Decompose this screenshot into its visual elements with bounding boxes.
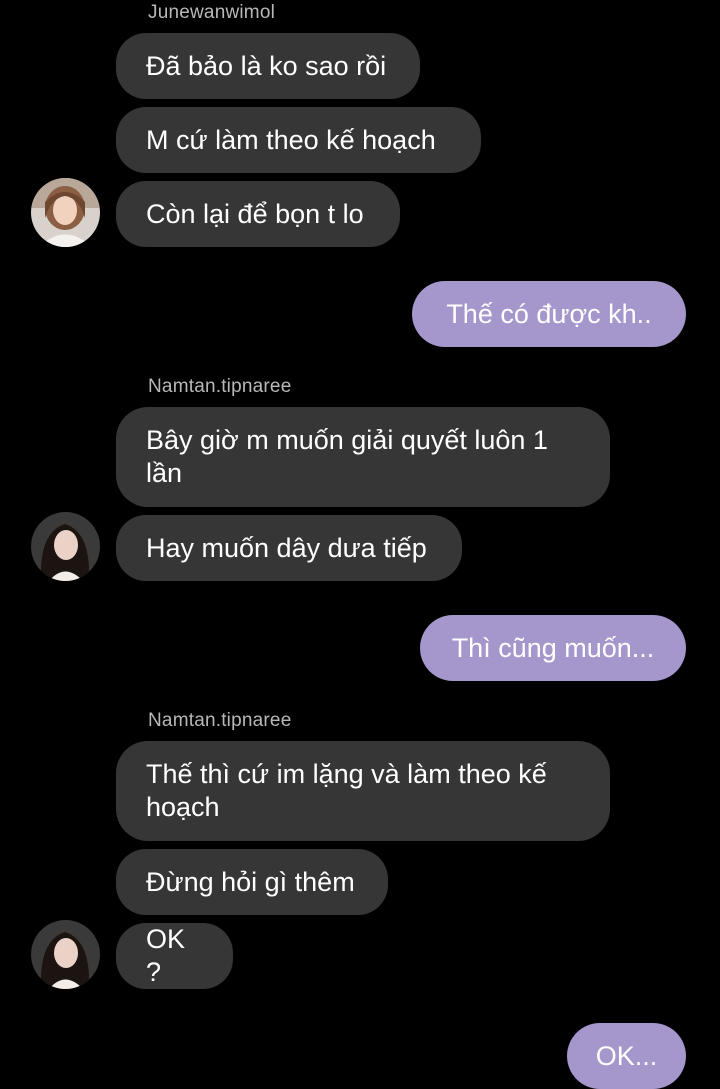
incoming-message[interactable]: Bây giờ m muốn giải quyết luôn 1 lần <box>116 407 610 507</box>
incoming-message[interactable]: Còn lại để bọn t lo <box>116 181 400 247</box>
avatar[interactable] <box>31 178 100 247</box>
outgoing-message[interactable]: Thế có được kh.. <box>412 281 686 347</box>
incoming-message[interactable]: Hay muốn dây dưa tiếp <box>116 515 462 581</box>
incoming-message[interactable]: Thế thì cứ im lặng và làm theo kế hoạch <box>116 741 610 841</box>
outgoing-message[interactable]: Thì cũng muốn... <box>420 615 686 681</box>
sender-name: Junewanwimol <box>148 2 276 23</box>
avatar-namtan-icon <box>31 920 100 989</box>
avatar-namtan-icon <box>31 512 100 581</box>
incoming-message[interactable]: M cứ làm theo kế hoạch <box>116 107 481 173</box>
outgoing-message[interactable]: OK... <box>567 1023 686 1089</box>
incoming-message[interactable]: Đã bảo là ko sao rồi <box>116 33 420 99</box>
incoming-message[interactable]: OK ? <box>116 923 233 989</box>
avatar[interactable] <box>31 512 100 581</box>
sender-name: Namtan.tipnaree <box>148 710 292 731</box>
avatar[interactable] <box>31 920 100 989</box>
incoming-message[interactable]: Đừng hỏi gì thêm <box>116 849 388 915</box>
sender-name: Namtan.tipnaree <box>148 376 292 397</box>
avatar-junewanwimol-icon <box>31 178 100 247</box>
